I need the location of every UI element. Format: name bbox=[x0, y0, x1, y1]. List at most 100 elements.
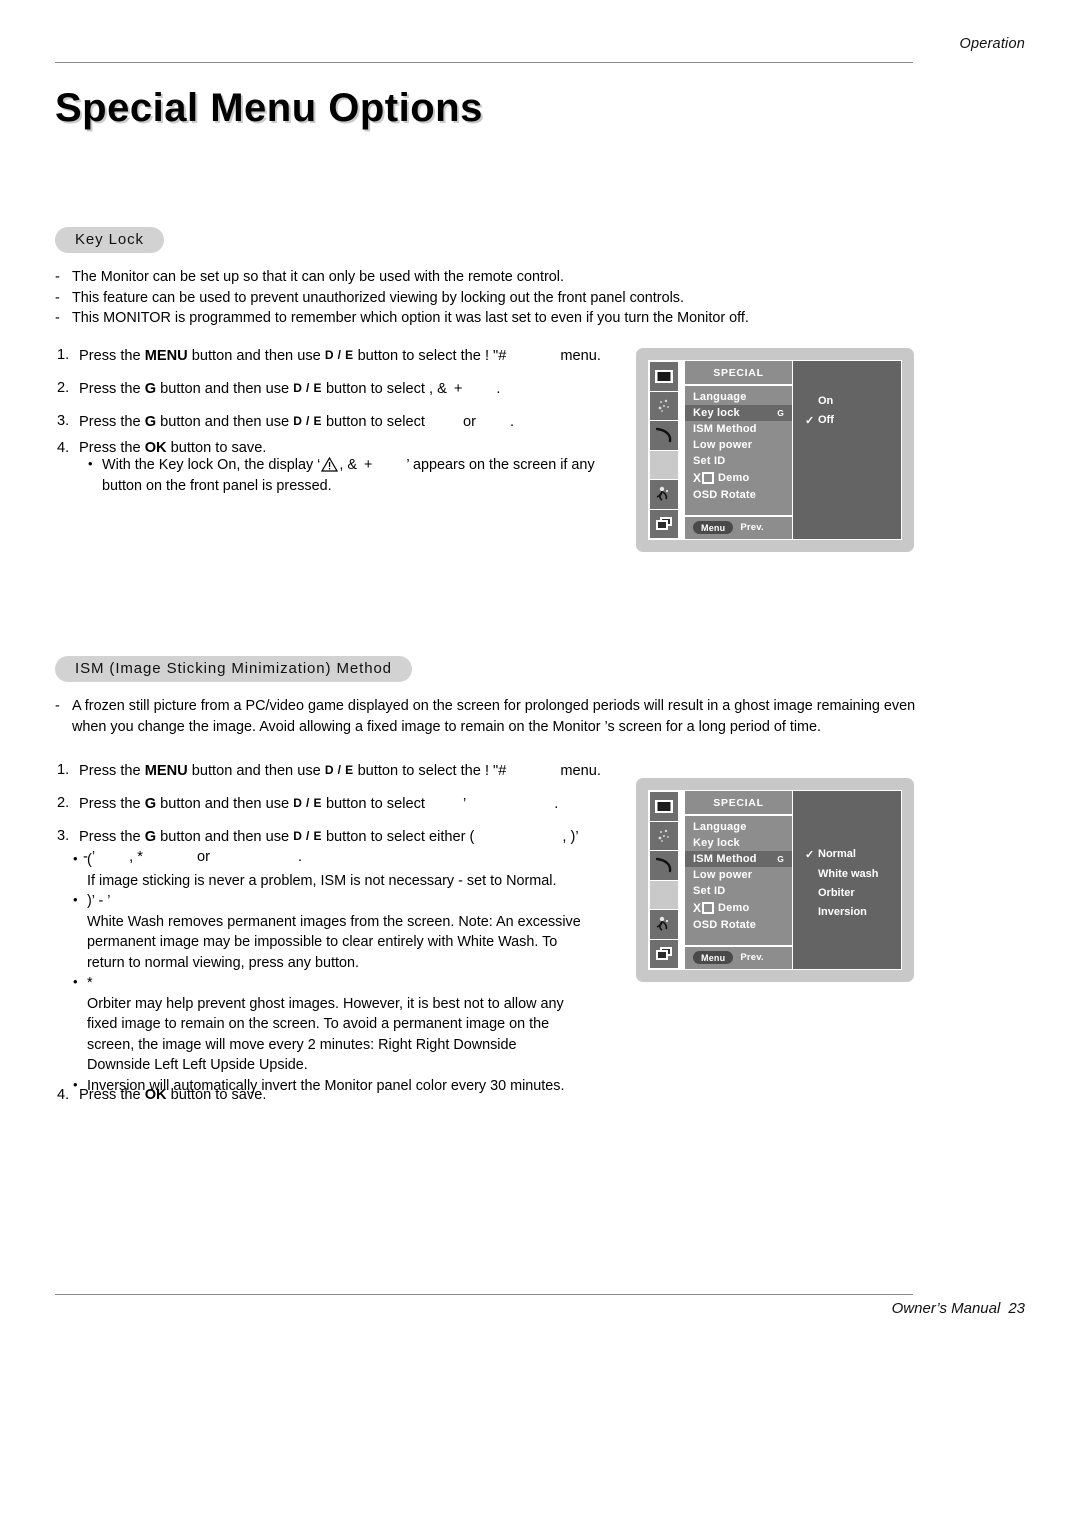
up-key-glyph: E bbox=[345, 348, 354, 362]
up-key-glyph: E bbox=[313, 796, 322, 810]
screen-layers-icon[interactable] bbox=[650, 510, 678, 539]
sound-crescent-icon[interactable] bbox=[650, 421, 678, 451]
header-rule bbox=[55, 62, 913, 63]
step-item: 3. Press the G button and then use D / E… bbox=[57, 413, 515, 430]
note-item: -A frozen still picture from a PC/video … bbox=[55, 698, 916, 735]
garbled-bullet-label: )’ - ’ bbox=[87, 893, 111, 909]
sound-crescent-icon[interactable] bbox=[650, 851, 678, 881]
osd-prev-button[interactable]: Prev. bbox=[740, 952, 764, 963]
osd-icon-sidebar bbox=[649, 791, 679, 969]
osd-item-low-power[interactable]: Low power bbox=[685, 437, 792, 453]
osd-option-inversion[interactable]: Inversion bbox=[805, 902, 901, 921]
ism-notes: -A frozen still picture from a PC/video … bbox=[55, 696, 917, 737]
osd-screenshot-key-lock: SPECIAL Language Key lock G ISM Method Lo… bbox=[636, 348, 914, 552]
osd-item-osd-rotate[interactable]: OSD Rotate bbox=[685, 487, 792, 503]
picture-icon[interactable] bbox=[650, 792, 678, 822]
garbled-menu-name: ! "# bbox=[484, 348, 507, 364]
osd-item-ism-method[interactable]: ISM Method G bbox=[685, 851, 792, 867]
or-conjunction: or bbox=[462, 414, 476, 430]
osd-option-off[interactable]: ✓ Off bbox=[805, 410, 901, 430]
ism-bullets: • ( If image sticking is never a problem… bbox=[73, 850, 633, 1096]
osd-item-ism-method[interactable]: ISM Method bbox=[685, 421, 792, 437]
bullet-dot: • bbox=[73, 892, 78, 907]
step-item: 2. Press the G button and then use D / E… bbox=[57, 795, 559, 812]
osd-option-on[interactable]: On bbox=[805, 391, 901, 410]
xd-logo-icon: X bbox=[693, 471, 715, 485]
osd-item-set-id[interactable]: Set ID bbox=[685, 453, 792, 469]
osd-inner-panel: SPECIAL Language Key lock G ISM Method Lo… bbox=[648, 360, 902, 540]
key-lock-bullets: • With the Key lock On, the display ‘, &… bbox=[88, 455, 628, 496]
osd-prev-button[interactable]: Prev. bbox=[740, 522, 764, 533]
step-number: 4. bbox=[57, 440, 70, 456]
osd-options-column: ✓ Normal White wash Orbiter Inversion bbox=[793, 791, 901, 969]
osd-icon-sidebar bbox=[649, 361, 679, 539]
sparkle-icon[interactable] bbox=[650, 392, 678, 421]
checkmark-icon: ✓ bbox=[805, 848, 815, 861]
manual-label: Owner’s Manual bbox=[891, 1300, 1001, 1317]
running-head: Operation bbox=[959, 36, 1025, 52]
page-number: 23 bbox=[1008, 1300, 1025, 1317]
osd-menu-column: SPECIAL Language Key lock ISM Method G Lo… bbox=[685, 791, 792, 969]
osd-item-language[interactable]: Language bbox=[685, 389, 792, 405]
checkmark-icon: ✓ bbox=[805, 414, 815, 427]
osd-option-orbiter[interactable]: Orbiter bbox=[805, 883, 901, 902]
bullet-item: • With the Key lock On, the display ‘, &… bbox=[88, 455, 628, 496]
osd-option-normal[interactable]: ✓ Normal bbox=[805, 844, 901, 864]
osd-item-key-lock[interactable]: Key lock bbox=[685, 835, 792, 851]
down-key-glyph: D bbox=[293, 829, 303, 843]
up-key-glyph: E bbox=[313, 381, 322, 395]
footer-text: Owner’s Manual 23 bbox=[892, 1300, 1025, 1317]
osd-item-xd-demo[interactable]: X Demo bbox=[685, 469, 792, 487]
warning-triangle-icon bbox=[321, 457, 339, 472]
dash-marker: - bbox=[55, 289, 60, 306]
down-key-glyph: D bbox=[293, 796, 303, 810]
manual-page: Operation Special Menu Options Key Lock … bbox=[0, 0, 1080, 1528]
osd-item-xd-demo[interactable]: X Demo bbox=[685, 899, 792, 917]
bullet-dot: • bbox=[73, 974, 78, 989]
right-arrow-button-label: G bbox=[144, 829, 157, 845]
blank-selected-icon[interactable] bbox=[650, 880, 678, 910]
blank-selected-icon[interactable] bbox=[650, 450, 678, 480]
osd-menu-button[interactable]: Menu bbox=[693, 951, 734, 964]
osd-item-low-power[interactable]: Low power bbox=[685, 867, 792, 883]
step-number: 1. bbox=[57, 347, 70, 363]
garbled-menu-name: ! "# bbox=[484, 763, 507, 779]
bullet-line-2: button on the front panel is pressed. bbox=[102, 477, 332, 494]
screen-layers-icon[interactable] bbox=[650, 940, 678, 969]
down-key-glyph: D bbox=[293, 381, 303, 395]
page-title: Special Menu Options bbox=[55, 86, 483, 130]
garbled-option-name: , & bbox=[339, 457, 357, 473]
osd-item-language[interactable]: Language bbox=[685, 819, 792, 835]
osd-options-column: On ✓ Off bbox=[793, 361, 901, 539]
bullet-item-normal: • ( If image sticking is never a problem… bbox=[73, 850, 633, 891]
bullet-dot: • bbox=[73, 851, 78, 866]
key-lock-notes: - The Monitor can be set up so that it ca… bbox=[55, 267, 915, 329]
bullet-item-white-wash: • )’ - ’ White Wash removes permanent im… bbox=[73, 891, 633, 973]
garbled-option-name: ’ bbox=[462, 796, 467, 812]
picture-icon[interactable] bbox=[650, 362, 678, 392]
special-flower-icon[interactable] bbox=[650, 480, 678, 510]
garbled-option-name-2: + bbox=[363, 457, 373, 473]
garbled-option-b: , )’ bbox=[562, 829, 579, 845]
garbled-bullet-label: * bbox=[87, 975, 93, 991]
ok-button-label: OK bbox=[144, 1087, 167, 1103]
step-item: 1. Press the MENU button and then use D … bbox=[57, 762, 601, 779]
bullet-body-line-2: Downside Left Left Upside Upside. bbox=[87, 1057, 308, 1073]
special-flower-icon[interactable] bbox=[650, 910, 678, 940]
step-item: 4. Press the OK button to save. bbox=[57, 1087, 267, 1103]
osd-screenshot-ism: SPECIAL Language Key lock ISM Method G Lo… bbox=[636, 778, 914, 982]
osd-option-white-wash[interactable]: White wash bbox=[805, 864, 901, 883]
sparkle-icon[interactable] bbox=[650, 822, 678, 851]
step-number: 1. bbox=[57, 762, 70, 778]
right-arrow-button-label: G bbox=[144, 414, 157, 430]
osd-item-osd-rotate[interactable]: OSD Rotate bbox=[685, 917, 792, 933]
osd-menu-button[interactable]: Menu bbox=[693, 521, 734, 534]
dash-marker: - bbox=[55, 310, 60, 326]
osd-item-set-id[interactable]: Set ID bbox=[685, 883, 792, 899]
osd-inner-panel: SPECIAL Language Key lock ISM Method G Lo… bbox=[648, 790, 902, 970]
osd-item-key-lock[interactable]: Key lock G bbox=[685, 405, 792, 421]
right-arrow-glyph: G bbox=[777, 408, 784, 418]
xd-logo-icon: X bbox=[693, 901, 715, 915]
osd-footer: Menu Prev. bbox=[685, 945, 792, 969]
osd-menu-title: SPECIAL bbox=[685, 791, 792, 816]
